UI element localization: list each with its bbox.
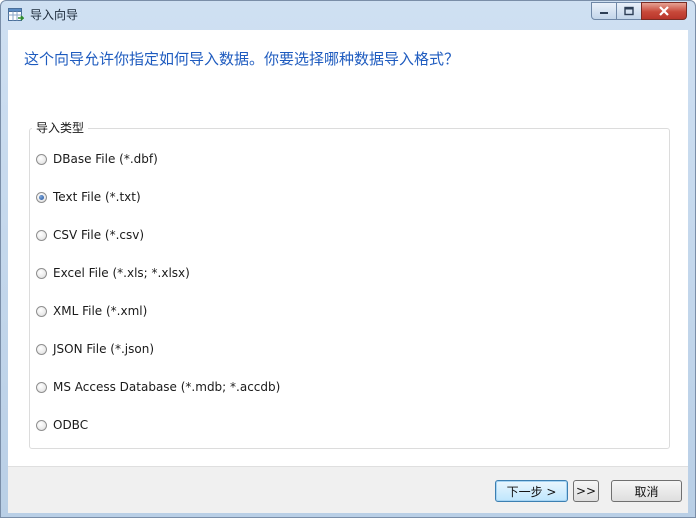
wizard-content: 这个向导允许你指定如何导入数据。你要选择哪种数据导入格式？ 导入类型 DBase… (8, 30, 688, 513)
option-json[interactable]: JSON File (*.json) (36, 341, 154, 357)
option-odbc-radio[interactable] (36, 419, 47, 431)
option-xml-label: XML File (*.xml) (53, 304, 148, 318)
option-json-radio[interactable] (36, 343, 47, 355)
option-dbase-radio[interactable] (36, 153, 47, 165)
minimize-icon (600, 12, 608, 14)
maximize-button[interactable] (616, 2, 642, 20)
option-csv-label: CSV File (*.csv) (53, 228, 145, 242)
next-button[interactable]: 下一步 > (495, 480, 568, 502)
option-json-label: JSON File (*.json) (53, 342, 154, 356)
option-odbc[interactable]: ODBC (36, 417, 88, 433)
option-excel-label: Excel File (*.xls; *.xlsx) (53, 266, 190, 280)
option-xml[interactable]: XML File (*.xml) (36, 303, 147, 319)
table-import-icon (8, 8, 24, 21)
page-heading: 这个向导允许你指定如何导入数据。你要选择哪种数据导入格式？ (24, 50, 460, 68)
option-text-label: Text File (*.txt) (53, 190, 141, 204)
window-title: 导入向导 (30, 8, 79, 22)
option-ms-access-radio[interactable] (36, 381, 47, 393)
option-dbase[interactable]: DBase File (*.dbf) (36, 151, 158, 167)
option-csv-radio[interactable] (36, 229, 47, 241)
import-type-group-label: 导入类型 (32, 121, 89, 135)
option-excel[interactable]: Excel File (*.xls; *.xlsx) (36, 265, 190, 281)
maximize-icon (624, 6, 634, 16)
option-excel-radio[interactable] (36, 267, 47, 279)
skip-to-last-button[interactable]: >> (573, 480, 599, 502)
option-text-radio[interactable] (36, 191, 47, 203)
option-ms-access-label: MS Access Database (*.mdb; *.accdb) (53, 380, 281, 394)
option-csv[interactable]: CSV File (*.csv) (36, 227, 144, 243)
option-dbase-label: DBase File (*.dbf) (53, 152, 158, 166)
option-text[interactable]: Text File (*.txt) (36, 189, 141, 205)
import-wizard-window: 导入向导 这个向导允许你指定如何导入数据。你要选择哪种数据导入格式？ 导入类型 … (0, 0, 696, 518)
close-icon (659, 6, 669, 16)
cancel-button[interactable]: 取消 (611, 480, 682, 502)
close-button[interactable] (641, 2, 687, 20)
option-xml-radio[interactable] (36, 305, 47, 317)
button-bar: 下一步 > >> 取消 (8, 466, 688, 513)
option-ms-access[interactable]: MS Access Database (*.mdb; *.accdb) (36, 379, 280, 395)
title-bar[interactable]: 导入向导 (1, 1, 695, 29)
import-type-group (29, 128, 670, 449)
minimize-button[interactable] (591, 2, 617, 20)
option-odbc-label: ODBC (53, 418, 89, 432)
